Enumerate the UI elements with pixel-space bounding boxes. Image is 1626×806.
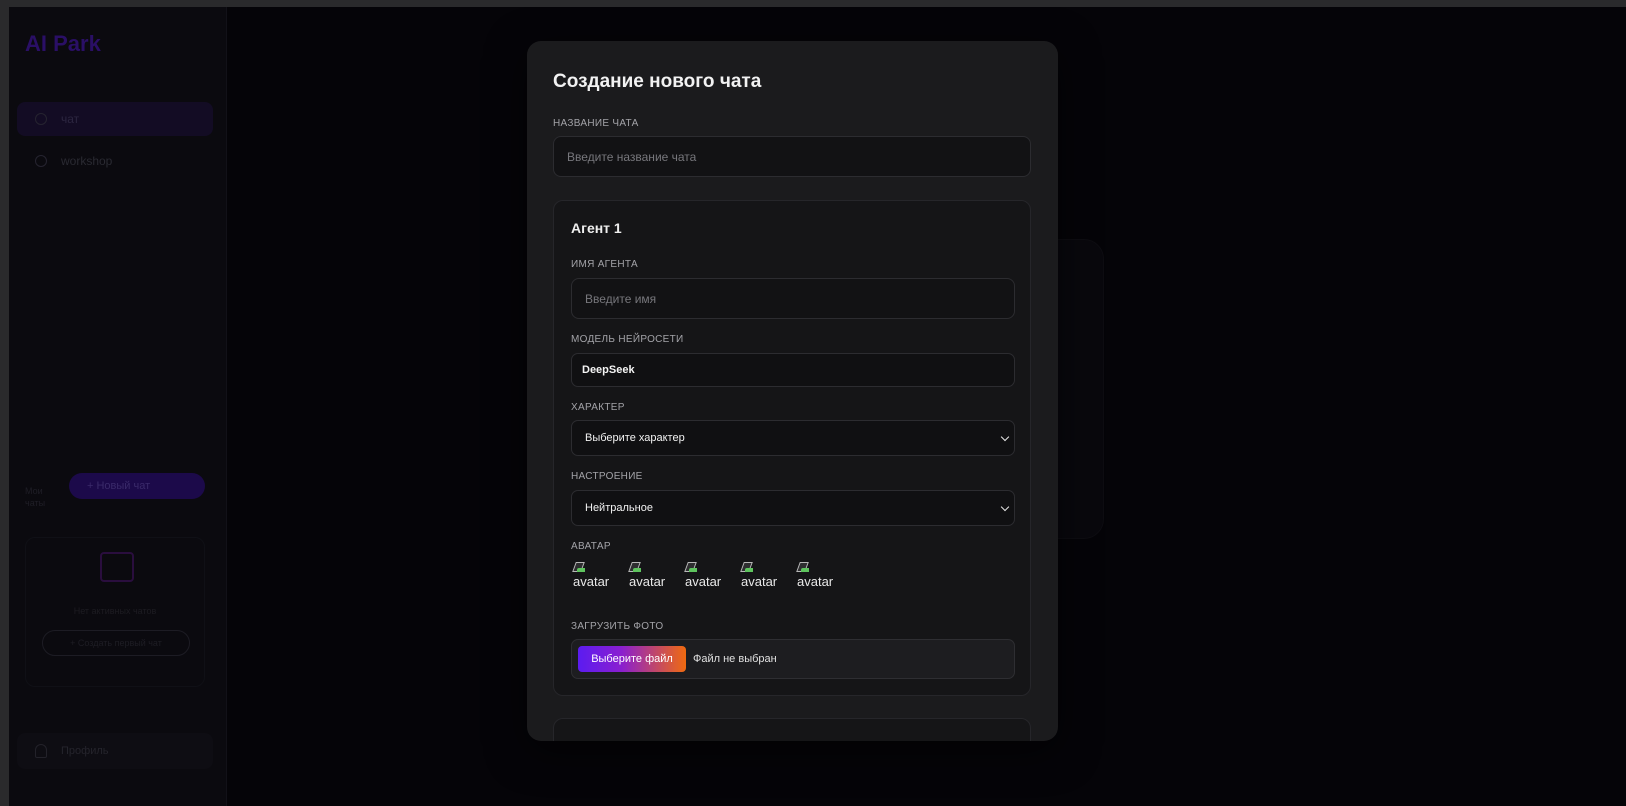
workshop-icon — [35, 155, 47, 167]
sidebar-item-chat[interactable]: чат — [17, 102, 213, 136]
broken-image-icon — [798, 562, 809, 573]
upload-label: Загрузить фото — [571, 621, 664, 632]
avatar-option[interactable]: avatar — [571, 562, 617, 592]
app-logo: AI Park — [25, 31, 101, 56]
empty-chats-panel: Нет активных чатов + Создать первый чат — [25, 537, 205, 687]
file-status: Файл не выбран — [693, 653, 777, 665]
choose-file-button[interactable]: Выберите файл — [578, 646, 686, 672]
sidebar-item-label: workshop — [61, 154, 113, 168]
broken-image-icon — [742, 562, 753, 573]
character-label: Характер — [571, 402, 625, 413]
avatar-alt-text: avatar — [573, 574, 610, 589]
create-chat-modal: Создание нового чата Название чата Агент… — [527, 41, 1058, 741]
file-upload: Выберите файл Файл не выбран — [571, 639, 1015, 679]
sidebar-item-label: чат — [61, 112, 80, 126]
chats-section-label: Мои чаты — [25, 486, 46, 508]
sidebar: AI Park чат workshop Мои чаты + Новый ча… — [9, 7, 227, 806]
avatar-option[interactable]: avatar — [795, 562, 841, 592]
agent-card: Агент 1 Имя агента Модель нейросети Deep… — [553, 200, 1031, 696]
avatar-label: Аватар — [571, 541, 611, 552]
model-value: DeepSeek — [582, 364, 635, 376]
agent-card-2 — [553, 718, 1031, 741]
agent-title: Агент 1 — [571, 220, 622, 236]
avatar-alt-text: avatar — [797, 574, 834, 589]
mood-value: Нейтральное — [585, 502, 653, 514]
modal-title: Создание нового чата — [553, 71, 762, 92]
avatar-option[interactable]: avatar — [739, 562, 785, 592]
empty-chats-text: Нет активных чатов — [73, 606, 157, 616]
broken-image-icon — [686, 562, 697, 573]
user-icon — [35, 744, 47, 758]
sidebar-item-workshop[interactable]: workshop — [17, 144, 213, 178]
chevron-down-icon — [1000, 432, 1010, 442]
chevron-down-icon — [1000, 502, 1010, 512]
chat-name-input[interactable] — [553, 136, 1031, 177]
mood-select[interactable]: Нейтральное — [571, 490, 1015, 526]
avatar-option[interactable]: avatar — [627, 562, 673, 592]
model-field[interactable]: DeepSeek — [571, 353, 1015, 387]
chat-name-label: Название чата — [553, 118, 639, 129]
agent-name-label: Имя агента — [571, 259, 638, 270]
avatar-alt-text: avatar — [685, 574, 722, 589]
character-select[interactable]: Выберите характер — [571, 420, 1015, 456]
create-first-chat-button[interactable]: + Создать первый чат — [42, 630, 190, 656]
model-label: Модель нейросети — [571, 334, 684, 345]
new-chat-button[interactable]: + Новый чат — [69, 473, 205, 499]
chat-icon — [35, 113, 47, 125]
chat-bubble-icon — [100, 552, 134, 582]
agent-name-input[interactable] — [571, 278, 1015, 319]
mood-label: Настроение — [571, 471, 643, 482]
avatar-option[interactable]: avatar — [683, 562, 729, 592]
broken-image-icon — [574, 562, 585, 573]
broken-image-icon — [630, 562, 641, 573]
character-value: Выберите характер — [585, 432, 685, 444]
profile-label: Профиль — [61, 745, 109, 757]
app-window: AI Park чат workshop Мои чаты + Новый ча… — [9, 7, 1626, 806]
avatar-options: avatar avatar avatar avatar avatar — [571, 562, 841, 592]
avatar-alt-text: avatar — [741, 574, 778, 589]
profile-button[interactable]: Профиль — [17, 733, 213, 769]
avatar-alt-text: avatar — [629, 574, 666, 589]
